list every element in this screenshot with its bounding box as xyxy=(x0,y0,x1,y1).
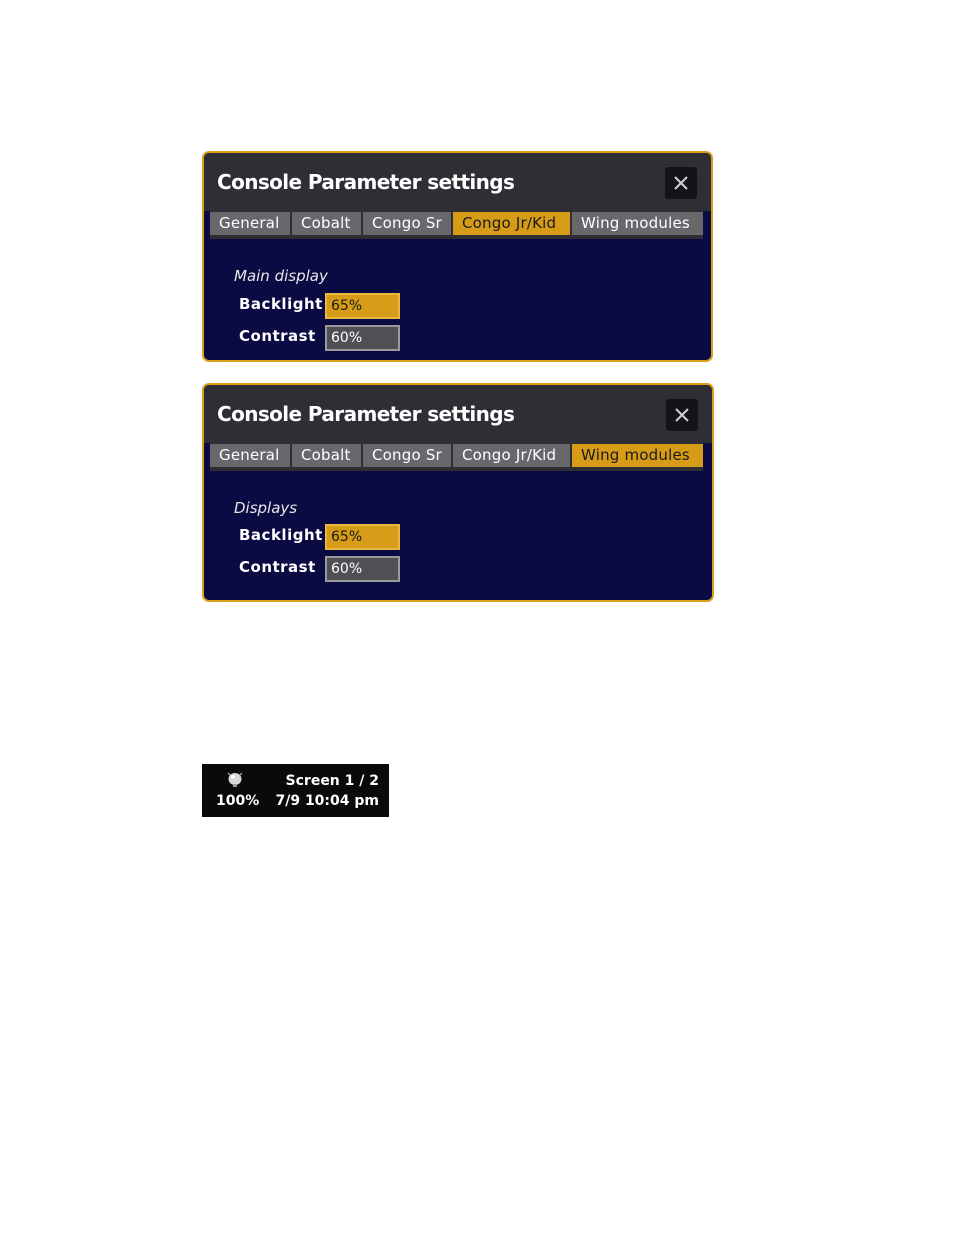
contrast-field[interactable]: 60% xyxy=(325,556,400,582)
close-button[interactable] xyxy=(666,399,698,431)
tab-cobalt[interactable]: Cobalt xyxy=(292,212,361,235)
console-parameter-dialog-congo-jr: Console Parameter settings General Cobal… xyxy=(202,151,713,362)
section-label-displays: Displays xyxy=(234,499,298,517)
contrast-label: Contrast xyxy=(239,558,316,576)
dialog-header: Console Parameter settings xyxy=(204,385,712,443)
console-parameter-dialog-wing-modules: Console Parameter settings General Cobal… xyxy=(202,383,714,602)
tab-wing-modules[interactable]: Wing modules xyxy=(572,212,703,235)
section-label-main-display: Main display xyxy=(234,267,328,285)
lightbulb-icon xyxy=(226,772,244,792)
status-bar: 100% Screen 1 / 2 7/9 10:04 pm xyxy=(202,764,389,817)
tab-bar: General Cobalt Congo Sr Congo Jr/Kid Win… xyxy=(210,443,703,471)
backlight-label: Backlight xyxy=(239,526,323,544)
close-icon xyxy=(675,408,689,422)
tab-general[interactable]: General xyxy=(210,444,290,467)
tab-general[interactable]: General xyxy=(210,212,290,235)
tab-congo-sr[interactable]: Congo Sr xyxy=(363,212,451,235)
backlight-label: Backlight xyxy=(239,295,323,313)
tab-wing-modules[interactable]: Wing modules xyxy=(572,444,703,467)
brightness-readout: 100% xyxy=(216,793,260,809)
screen-indicator[interactable]: Screen 1 / 2 xyxy=(286,773,379,789)
close-icon xyxy=(674,176,688,190)
tab-cobalt[interactable]: Cobalt xyxy=(292,444,361,467)
dialog-title: Console Parameter settings xyxy=(217,402,515,426)
datetime-readout: 7/9 10:04 pm xyxy=(275,793,379,809)
backlight-field[interactable]: 65% xyxy=(325,293,400,319)
backlight-field[interactable]: 65% xyxy=(325,524,400,550)
dialog-header: Console Parameter settings xyxy=(204,153,711,211)
tab-congo-jr-kid[interactable]: Congo Jr/Kid xyxy=(453,212,570,235)
close-button[interactable] xyxy=(665,167,697,199)
tab-congo-sr[interactable]: Congo Sr xyxy=(363,444,451,467)
tab-congo-jr-kid[interactable]: Congo Jr/Kid xyxy=(453,444,570,467)
contrast-field[interactable]: 60% xyxy=(325,325,400,351)
dialog-title: Console Parameter settings xyxy=(217,170,515,194)
tab-bar: General Cobalt Congo Sr Congo Jr/Kid Win… xyxy=(210,211,703,239)
contrast-label: Contrast xyxy=(239,327,316,345)
